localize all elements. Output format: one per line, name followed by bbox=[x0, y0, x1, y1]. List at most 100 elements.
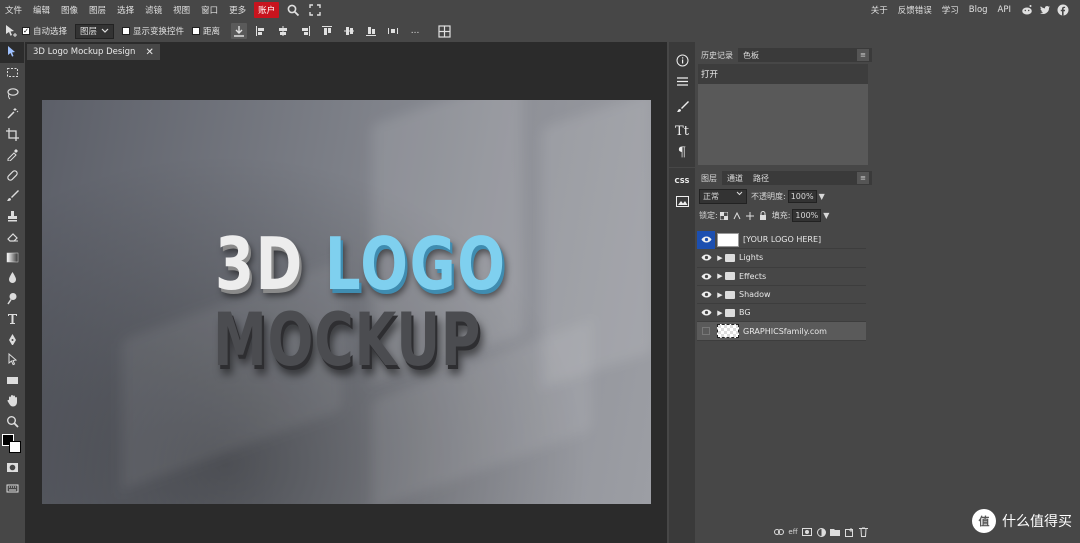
layer-effects-icon[interactable]: eff bbox=[788, 527, 798, 537]
tab-paths[interactable]: 路径 bbox=[748, 171, 774, 185]
zoom-tool-icon[interactable] bbox=[0, 411, 24, 432]
visibility-eye-icon[interactable] bbox=[697, 286, 715, 304]
align-top-icon[interactable] bbox=[319, 23, 335, 39]
lock-position-icon[interactable] bbox=[746, 211, 755, 220]
lasso-tool-icon[interactable] bbox=[0, 83, 24, 104]
opacity-dropdown-icon[interactable]: ▼ bbox=[819, 192, 825, 201]
account-button[interactable]: 账户 bbox=[254, 2, 280, 18]
quick-mask-icon[interactable] bbox=[0, 458, 24, 479]
align-right-icon[interactable] bbox=[297, 23, 313, 39]
gradient-tool-icon[interactable] bbox=[0, 247, 24, 268]
menu-about[interactable]: 关于 bbox=[866, 4, 893, 16]
expand-arrow-icon[interactable]: ▶ bbox=[715, 254, 725, 262]
magic-wand-tool-icon[interactable] bbox=[0, 104, 24, 125]
layer-row-effects[interactable]: ▶ Effects bbox=[697, 268, 866, 286]
search-icon[interactable] bbox=[285, 2, 301, 18]
rectangle-tool-icon[interactable] bbox=[0, 370, 24, 391]
fullscreen-icon[interactable] bbox=[307, 2, 323, 18]
hand-tool-icon[interactable] bbox=[0, 391, 24, 412]
fill-dropdown-icon[interactable]: ▼ bbox=[823, 211, 829, 220]
menu-learn[interactable]: 学习 bbox=[937, 4, 964, 16]
align-center-icon[interactable] bbox=[275, 23, 291, 39]
type-tool-icon[interactable] bbox=[0, 309, 24, 330]
crop-tool-icon[interactable] bbox=[0, 124, 24, 145]
visibility-eye-icon[interactable] bbox=[697, 304, 715, 322]
menu-view[interactable]: 视图 bbox=[168, 4, 196, 16]
document-canvas[interactable]: 3D LOGO MOCKUP bbox=[42, 100, 651, 504]
auto-select-checkbox[interactable]: ✓ 自动选择 bbox=[22, 25, 67, 37]
visibility-eye-icon[interactable] bbox=[697, 249, 715, 267]
layer-row-lights[interactable]: ▶ Lights bbox=[697, 249, 866, 268]
twitter-icon[interactable] bbox=[1038, 3, 1052, 17]
distance-checkbox[interactable]: 距离 bbox=[192, 25, 220, 37]
eyedropper-tool-icon[interactable] bbox=[0, 145, 24, 166]
layer-row-graphicsfamily[interactable]: GRAPHICSfamily.com bbox=[697, 322, 866, 341]
close-icon[interactable]: ✕ bbox=[145, 47, 153, 58]
menu-edit[interactable]: 编辑 bbox=[28, 4, 56, 16]
stamp-tool-icon[interactable] bbox=[0, 206, 24, 227]
menu-image[interactable]: 图像 bbox=[56, 4, 84, 16]
document-tab[interactable]: 3D Logo Mockup Design ✕ bbox=[27, 44, 160, 60]
expand-arrow-icon[interactable]: ▶ bbox=[715, 272, 725, 280]
layers-menu-icon[interactable]: ≡ bbox=[857, 172, 869, 184]
paragraph-icon[interactable]: ¶ bbox=[669, 142, 695, 163]
expand-arrow-icon[interactable]: ▶ bbox=[715, 309, 725, 317]
link-layers-icon[interactable] bbox=[774, 527, 784, 537]
menu-layer[interactable]: 图层 bbox=[84, 4, 112, 16]
keyboard-icon[interactable] bbox=[0, 478, 24, 499]
tab-channels[interactable]: 通道 bbox=[722, 171, 748, 185]
show-transform-checkbox[interactable]: 显示变换控件 bbox=[122, 25, 184, 37]
blend-mode-select[interactable]: 正常 bbox=[699, 189, 747, 204]
move-tool-icon[interactable] bbox=[0, 42, 24, 63]
menu-select[interactable]: 选择 bbox=[112, 4, 140, 16]
download-icon[interactable] bbox=[231, 23, 248, 39]
color-swatches-icon[interactable] bbox=[0, 432, 24, 458]
opacity-input[interactable]: 100% bbox=[787, 190, 817, 203]
visibility-eye-hidden-icon[interactable] bbox=[697, 322, 715, 340]
facebook-icon[interactable] bbox=[1056, 3, 1070, 17]
healing-tool-icon[interactable] bbox=[0, 165, 24, 186]
menu-blog[interactable]: Blog bbox=[964, 5, 993, 15]
menu-filter[interactable]: 滤镜 bbox=[140, 4, 168, 16]
brush-settings-icon[interactable] bbox=[669, 96, 695, 117]
adjustment-layer-icon[interactable] bbox=[816, 527, 826, 537]
add-mask-icon[interactable] bbox=[802, 527, 812, 537]
layer-row-shadow[interactable]: ▶ Shadow bbox=[697, 286, 866, 305]
pen-tool-icon[interactable] bbox=[0, 329, 24, 350]
distribute-icon[interactable] bbox=[385, 23, 401, 39]
visibility-eye-icon[interactable] bbox=[697, 267, 715, 285]
grid-icon[interactable] bbox=[436, 23, 452, 39]
align-bottom-icon[interactable] bbox=[363, 23, 379, 39]
image-icon[interactable] bbox=[669, 191, 695, 212]
menu-api[interactable]: API bbox=[993, 5, 1016, 15]
lock-all-icon[interactable] bbox=[759, 211, 768, 220]
menu-more[interactable]: 更多 bbox=[224, 4, 252, 16]
menu-window[interactable]: 窗口 bbox=[196, 4, 224, 16]
tab-layers[interactable]: 图层 bbox=[696, 171, 722, 185]
layer-row-bg[interactable]: ▶ BG bbox=[697, 304, 866, 323]
character-icon[interactable]: Tt bbox=[669, 121, 695, 142]
lock-image-icon[interactable] bbox=[733, 211, 742, 220]
history-menu-icon[interactable]: ≡ bbox=[857, 49, 869, 61]
blur-tool-icon[interactable] bbox=[0, 268, 24, 289]
delete-layer-icon[interactable] bbox=[858, 527, 868, 537]
lock-transparency-icon[interactable] bbox=[720, 211, 729, 220]
expand-arrow-icon[interactable]: ▶ bbox=[715, 291, 725, 299]
more-options[interactable]: ... bbox=[407, 23, 423, 39]
eraser-tool-icon[interactable] bbox=[0, 227, 24, 248]
css-icon[interactable]: CSS bbox=[669, 170, 695, 191]
brush-tool-icon[interactable] bbox=[0, 186, 24, 207]
reddit-icon[interactable] bbox=[1020, 3, 1034, 17]
new-group-icon[interactable] bbox=[830, 527, 840, 537]
info-icon[interactable] bbox=[669, 50, 695, 71]
tab-history[interactable]: 历史记录 bbox=[696, 48, 738, 62]
marquee-tool-icon[interactable] bbox=[0, 63, 24, 84]
new-layer-icon[interactable] bbox=[844, 527, 854, 537]
menu-report-bug[interactable]: 反馈错误 bbox=[893, 4, 937, 16]
history-item[interactable]: 打开 bbox=[698, 64, 868, 84]
align-left-icon[interactable] bbox=[253, 23, 269, 39]
visibility-eye-icon[interactable] bbox=[697, 230, 715, 249]
menu-file[interactable]: 文件 bbox=[0, 4, 28, 16]
properties-icon[interactable] bbox=[669, 71, 695, 92]
target-select[interactable]: 图层 bbox=[75, 23, 115, 39]
